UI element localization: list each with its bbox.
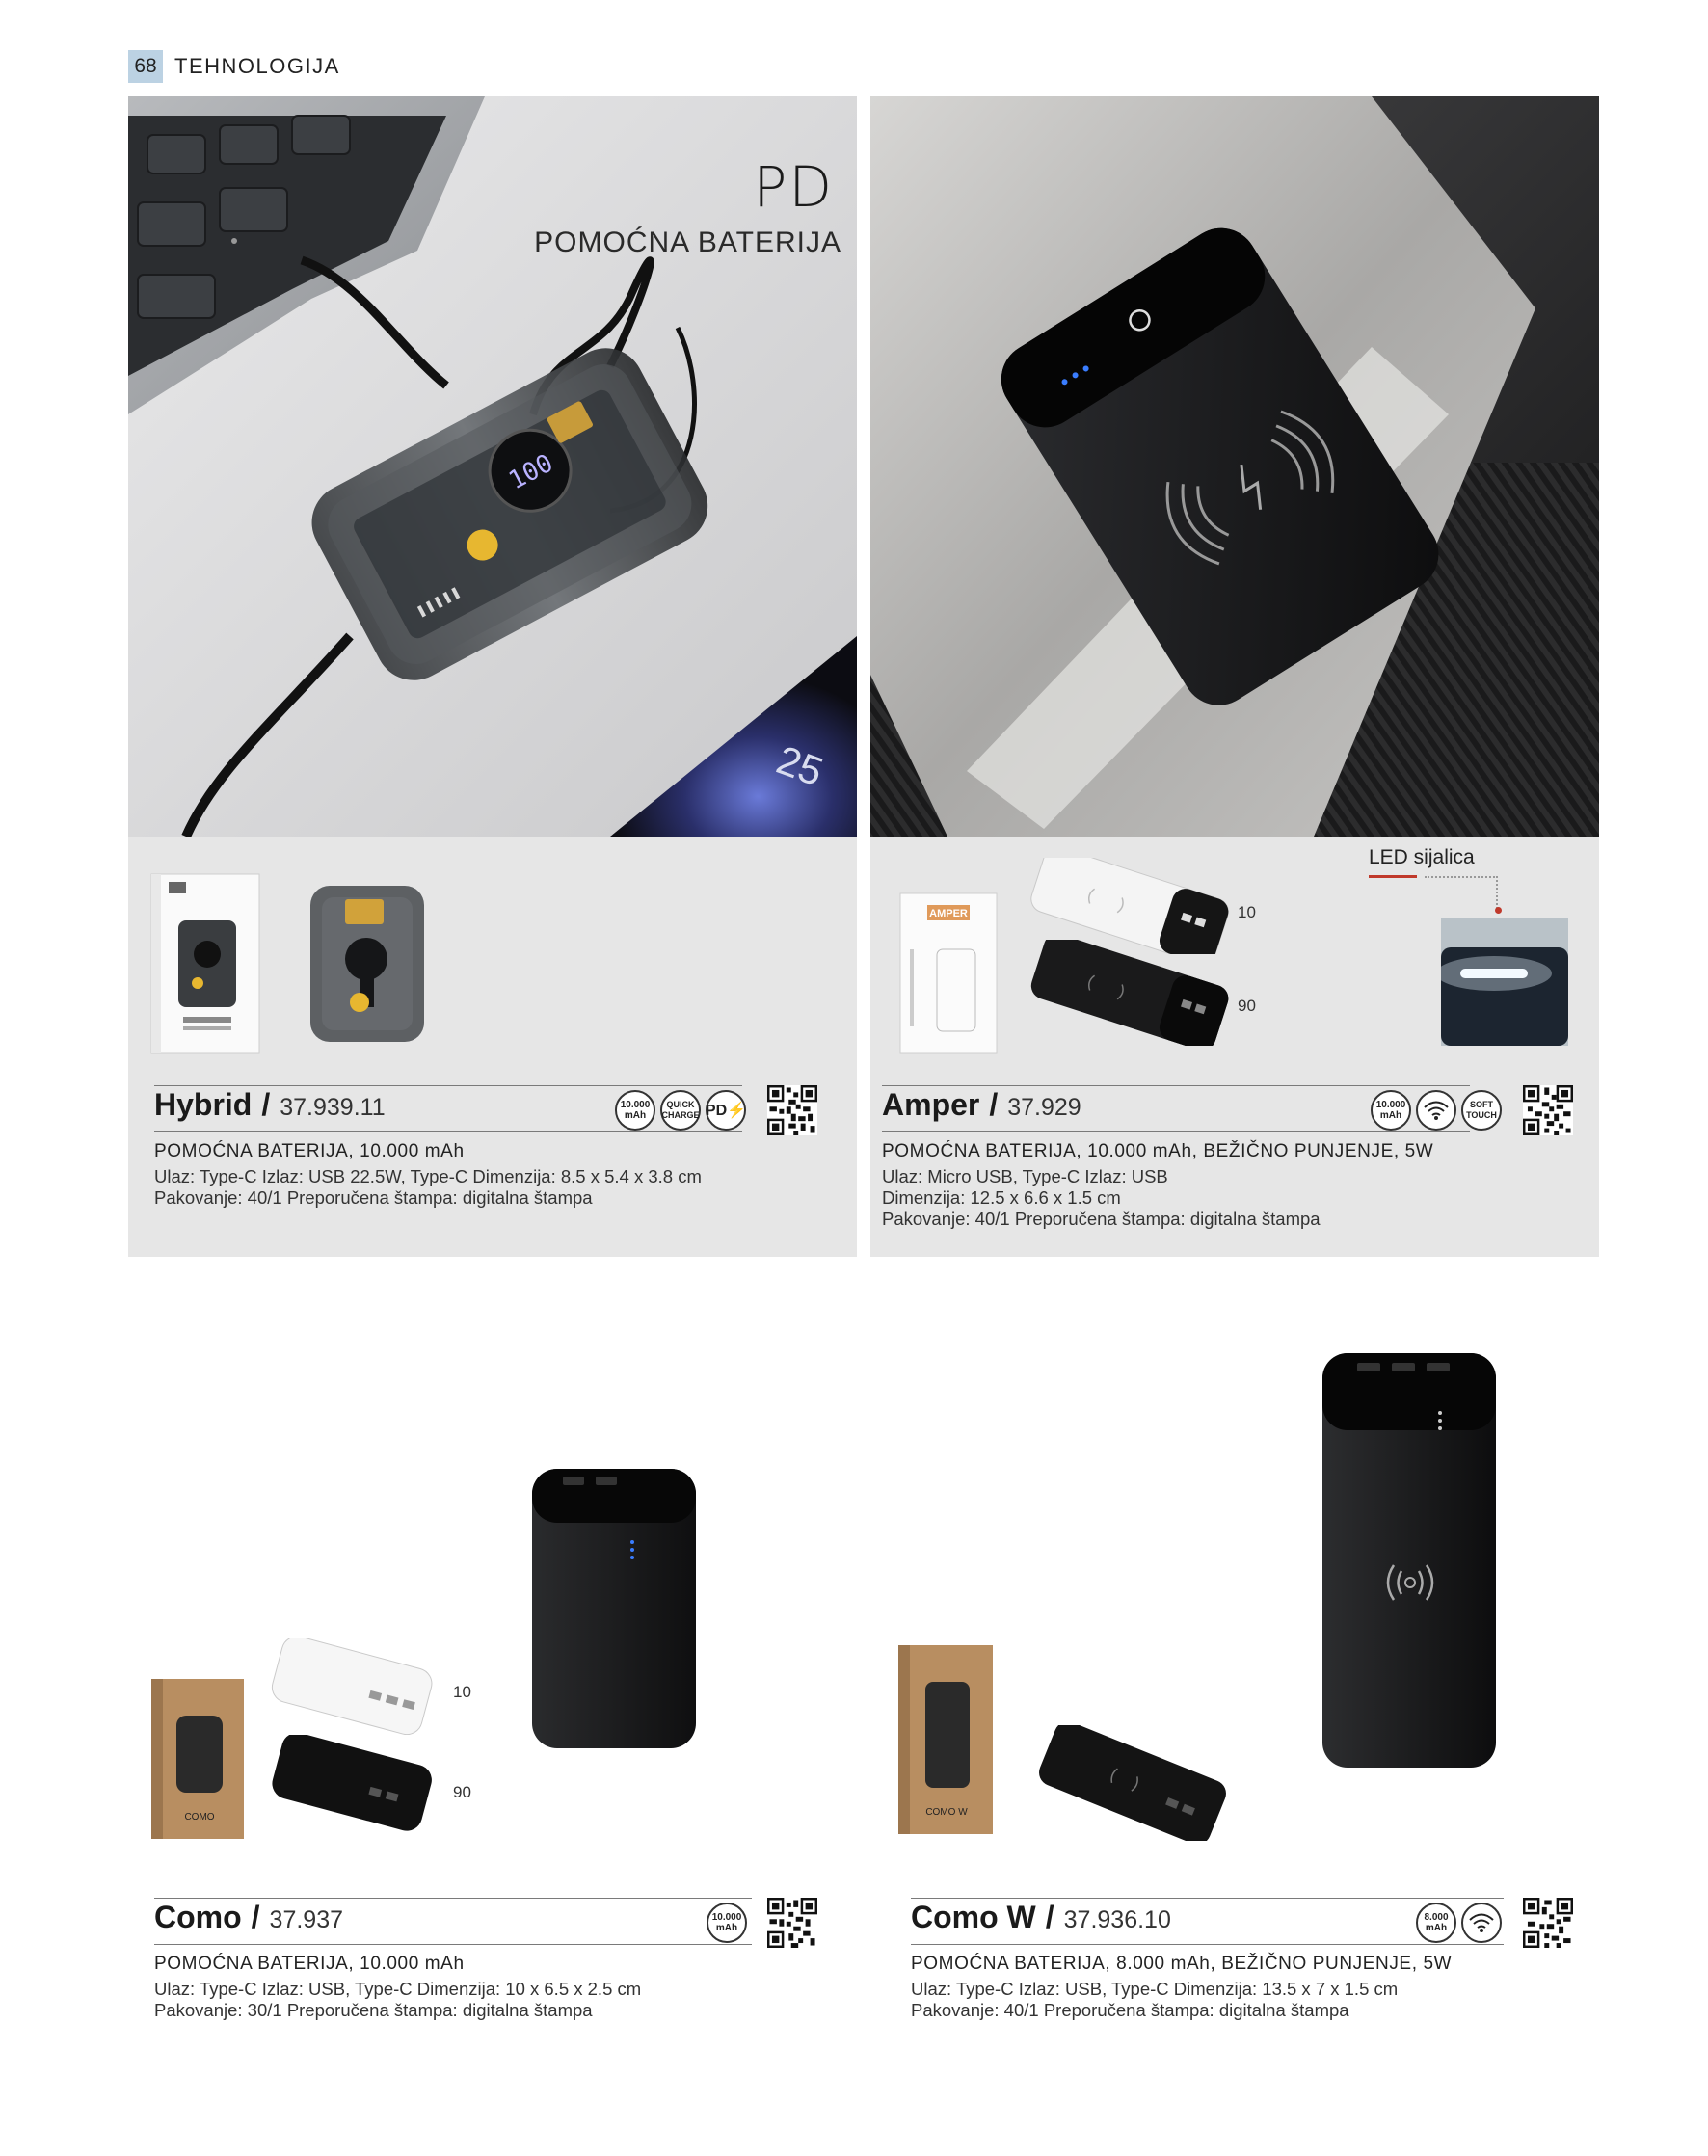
wireless-badge	[1416, 1090, 1456, 1131]
page-number: 68	[128, 50, 163, 83]
como-w-flat-product	[1039, 1725, 1226, 1841]
como-line-2: Pakovanje: 30/1 Preporučena štampa: digi…	[154, 2000, 593, 2020]
wifi-signal-icon	[1469, 1913, 1494, 1932]
capacity-badge: 10.000 mAh	[707, 1903, 747, 1943]
como-white-product	[271, 1638, 433, 1735]
como-box-label: COMO	[184, 1812, 214, 1823]
led-marker-dot	[1495, 907, 1502, 914]
como-w-box-label: COMO W	[925, 1807, 968, 1818]
como-headline: POMOĆNA BATERIJA, 10.000 mAh	[154, 1954, 465, 1974]
amper-headline: POMOĆNA BATERIJA, 10.000 mAh, BEŽIČNO PU…	[882, 1141, 1434, 1161]
como-w-package-image: COMO W	[898, 1645, 993, 1834]
hero-subtitle: POMOĆNA BATERIJA	[534, 226, 841, 258]
amper-name: Amper	[882, 1087, 980, 1122]
hybrid-headline: POMOĆNA BATERIJA, 10.000 mAh	[154, 1141, 465, 1161]
como-w-rule-top	[911, 1898, 1504, 1899]
section-title: TEHNOLOGIJA	[174, 54, 340, 78]
como-hero-product	[532, 1469, 696, 1748]
como-w-line-2: Pakovanje: 40/1 Preporučena štampa: digi…	[911, 2000, 1349, 2020]
como-w-code: 37.936.10	[1063, 1906, 1171, 1933]
como-rule-top	[154, 1898, 752, 1899]
hybrid-title: Hybrid/37.939.11	[154, 1087, 386, 1122]
amper-line-3: Pakovanje: 40/1 Preporučena štampa: digi…	[882, 1209, 1321, 1229]
amper-box-label: AMPER	[929, 908, 968, 919]
amper-line-2: Dimenzija: 12.5 x 6.6 x 1.5 cm	[882, 1187, 1121, 1208]
como-w-hero-product	[1322, 1353, 1496, 1768]
hybrid-code: 37.939.11	[280, 1094, 386, 1121]
como-package-image: COMO	[151, 1679, 244, 1839]
hybrid-rule-top	[154, 1085, 742, 1086]
amper-hero-photo	[870, 96, 1599, 837]
amper-package-image: AMPER	[899, 892, 998, 1054]
pd-badge: PD⚡	[706, 1090, 746, 1131]
como-black-product	[272, 1735, 432, 1831]
amper-rule-bottom	[882, 1131, 1470, 1132]
hybrid-rule-bottom	[154, 1131, 742, 1132]
como-code: 37.937	[269, 1906, 344, 1933]
hybrid-product-image	[310, 886, 424, 1042]
amper-rule-top	[882, 1085, 1470, 1086]
qr-code-icon[interactable]	[767, 1898, 817, 1948]
como-line-1: Ulaz: Type-C Izlaz: USB, Type-C Dimenzij…	[154, 1979, 642, 1999]
qr-code-icon[interactable]	[1523, 1898, 1573, 1948]
hybrid-hero-photo: 25 100 PD POMOĆNA BATERIJA	[128, 96, 857, 837]
como-color-code-black: 90	[453, 1783, 471, 1801]
pd-lightning-icon: PD⚡	[705, 1102, 747, 1119]
como-color-code-white: 10	[453, 1683, 471, 1701]
como-w-headline: POMOĆNA BATERIJA, 8.000 mAh, BEŽIČNO PUN…	[911, 1954, 1453, 1974]
wifi-signal-icon	[1424, 1101, 1449, 1120]
como-w-rule-bottom	[911, 1944, 1504, 1945]
amper-line-1: Ulaz: Micro USB, Type-C Izlaz: USB	[882, 1166, 1168, 1186]
led-label: LED sijalica	[1369, 846, 1475, 868]
led-detail-photo	[1441, 918, 1568, 1046]
capacity-badge: 10.000 mAh	[615, 1090, 655, 1131]
led-dotted-leader	[1425, 876, 1498, 909]
led-label-underline	[1369, 875, 1417, 878]
qr-code-icon[interactable]	[767, 1085, 817, 1135]
como-w-line-1: Ulaz: Type-C Izlaz: USB, Type-C Dimenzij…	[911, 1979, 1399, 1999]
como-title: Como/37.937	[154, 1900, 344, 1934]
amper-color-code-white: 10	[1238, 903, 1256, 921]
wireless-badge	[1461, 1903, 1502, 1943]
amper-color-code-black: 90	[1238, 997, 1256, 1015]
capacity-badge: 10.000 mAh	[1371, 1090, 1411, 1131]
quick-charge-badge: QUICK CHARGE	[660, 1090, 701, 1131]
amper-title: Amper/37.929	[882, 1087, 1081, 1122]
hero-title: PD	[753, 154, 834, 220]
capacity-badge: 8.000 mAh	[1416, 1903, 1456, 1943]
hybrid-package-image	[150, 873, 260, 1054]
hybrid-line-1: Ulaz: Type-C Izlaz: USB 22.5W, Type-C Di…	[154, 1166, 702, 1186]
hybrid-name: Hybrid	[154, 1087, 253, 1122]
como-rule-bottom	[154, 1944, 752, 1945]
hybrid-line-2: Pakovanje: 40/1 Preporučena štampa: digi…	[154, 1187, 593, 1208]
como-name: Como	[154, 1900, 242, 1934]
amper-code: 37.929	[1007, 1094, 1081, 1121]
qr-code-icon[interactable]	[1523, 1085, 1573, 1135]
como-w-title: Como W/37.936.10	[911, 1900, 1171, 1934]
soft-touch-badge: SOFT TOUCH	[1461, 1090, 1502, 1131]
amper-black-product	[1030, 940, 1229, 1046]
como-w-name: Como W	[911, 1900, 1036, 1934]
